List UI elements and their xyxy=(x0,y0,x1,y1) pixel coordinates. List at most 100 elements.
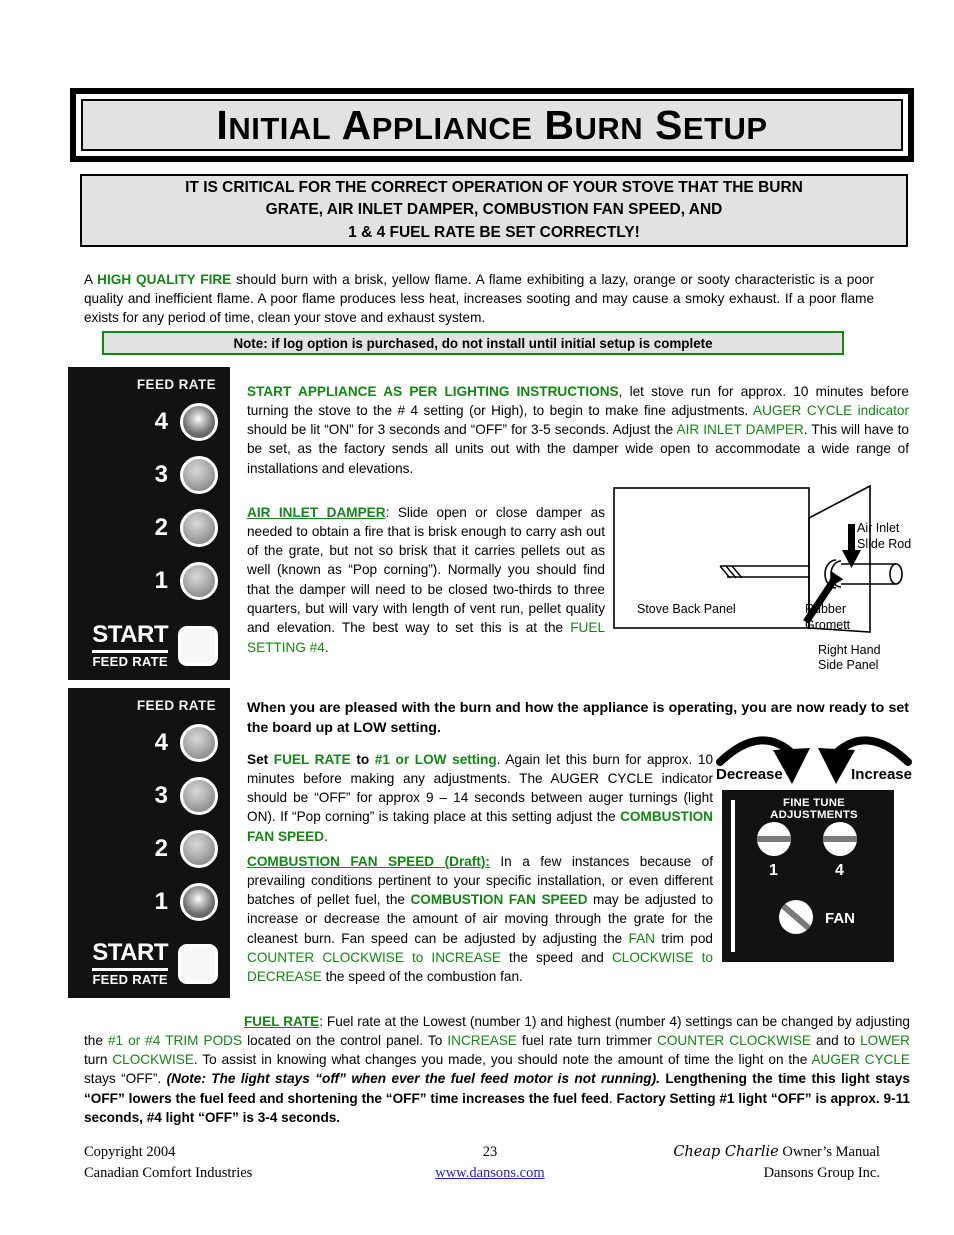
feed-rate-panel-heading: FEED RATE xyxy=(136,377,216,392)
feed-rate-led-row-2[interactable]: 2 xyxy=(148,509,218,547)
start-feed-rate-area[interactable]: START FEED RATE xyxy=(92,623,218,668)
air-inlet-diagram: Air Inlet Slide Rod Rubber Gromett Stove… xyxy=(612,482,912,672)
combustion-fan-text-4: the speed and xyxy=(500,950,612,966)
label-air-inlet: Air Inlet xyxy=(857,521,900,535)
manual-page: INITIAL APPLIANCE BURN SETUP IT IS CRITI… xyxy=(0,0,954,1235)
trim-pod-4[interactable] xyxy=(823,822,857,856)
counter-clockwise-increase-mention: COUNTER CLOCKWISE to INCREASE xyxy=(247,950,501,966)
intro-paragraph: A HIGH QUALITY FIRE should burn with a b… xyxy=(84,270,874,328)
start-appliance-text-2: should be lit “ON” for 3 seconds and “OF… xyxy=(247,422,677,438)
start-feed-rate-button-low[interactable] xyxy=(178,943,218,984)
critical-notice-line-2: GRATE, AIR INLET DAMPER, COMBUSTION FAN … xyxy=(265,201,723,219)
intro-text-1: A xyxy=(84,271,98,287)
note-box: Note: if log option is purchased, do not… xyxy=(102,331,844,355)
feed-rate-low-led-row-2[interactable]: 2 xyxy=(148,830,218,868)
combustion-fan-text-5: the speed of the combustion fan. xyxy=(321,969,523,985)
footer-copyright: Copyright 2004 xyxy=(84,1144,176,1160)
air-inlet-damper-mention: AIR INLET DAMPER xyxy=(676,422,804,438)
label-rubber: Rubber xyxy=(805,602,846,616)
feed-rate-low-led-number-2: 2 xyxy=(154,835,168,862)
feed-rate-low-led-number-3: 3 xyxy=(154,782,168,809)
fine-tune-panel-bar xyxy=(731,800,735,952)
fuel-rate-paragraph: FUEL RATE: Fuel rate at the Lowest (numb… xyxy=(84,1012,910,1128)
start-feed-rate-labels-low: START FEED RATE xyxy=(92,941,168,986)
feed-rate-low-led-1[interactable] xyxy=(180,883,218,921)
combustion-fan-speed-mention-2: COMBUSTION FAN SPEED xyxy=(410,892,588,908)
feed-rate-low-led-row-1[interactable]: 1 xyxy=(148,883,218,921)
start-appliance-heading: START APPLIANCE AS PER LIGHTING INSTRUCT… xyxy=(247,383,619,399)
title-word-2: APPLIANCE xyxy=(341,101,533,148)
trim-pod-4-slot-icon xyxy=(823,836,857,842)
feed-rate-led-number-3: 3 xyxy=(154,461,168,488)
feed-rate-led-row-1[interactable]: 1 xyxy=(148,562,218,600)
page-footer: Copyright 2004 23 Cheap Charlie Owner’s … xyxy=(84,1142,880,1184)
footer-row-1: Copyright 2004 23 Cheap Charlie Owner’s … xyxy=(84,1142,880,1163)
trim-pod-1[interactable] xyxy=(757,822,791,856)
trim-pods-mention: #1 or #4 TRIM PODS xyxy=(107,1032,243,1048)
feed-rate-led-row-4[interactable]: 4 xyxy=(148,403,218,441)
feed-rate-control-panel-low[interactable]: FEED RATE 4 3 2 1 START FEED RATE xyxy=(68,688,230,998)
start-sublabel: FEED RATE xyxy=(92,654,168,669)
title-word-3: BURN xyxy=(544,101,644,148)
feed-rate-low-led-4[interactable] xyxy=(180,724,218,762)
footer-manual-title: Cheap Charlie Owner’s Manual xyxy=(593,1142,880,1163)
feed-rate-led-number-4: 4 xyxy=(154,408,168,435)
rod-inner-cap-c xyxy=(731,565,743,579)
feed-rate-led-row-3[interactable]: 3 xyxy=(148,456,218,494)
critical-notice-box: IT IS CRITICAL FOR THE CORRECT OPERATION… xyxy=(80,174,908,247)
footer-website-link[interactable]: www.dansons.com xyxy=(435,1165,544,1181)
feed-rate-low-led-row-4[interactable]: 4 xyxy=(148,724,218,762)
title-word-4: SETUP xyxy=(655,101,768,148)
feed-rate-led-4[interactable] xyxy=(180,403,218,441)
feed-rate-led-1[interactable] xyxy=(180,562,218,600)
start-divider xyxy=(92,650,168,653)
footer-company: Canadian Comfort Industries xyxy=(84,1165,253,1182)
fuel-rate-text-7: stays “OFF”. xyxy=(84,1071,167,1087)
feed-rate-control-panel-high[interactable]: FEED RATE 4 3 2 1 START FEED RATE xyxy=(68,367,230,680)
feed-rate-led-3[interactable] xyxy=(180,456,218,494)
label-side-panel: Side Panel xyxy=(818,658,878,672)
air-inlet-diagram-svg: Air Inlet Slide Rod Rubber Gromett Stove… xyxy=(613,484,911,672)
fuel-rate-text-4: and to xyxy=(810,1032,861,1048)
set-fuel-rate-text-1: Set xyxy=(247,751,274,767)
label-slide-rod: Slide Rod xyxy=(857,537,911,551)
fan-trim-pod-mention: FAN xyxy=(628,930,655,946)
start-sublabel-low: FEED RATE xyxy=(92,972,168,987)
feed-rate-led-2[interactable] xyxy=(180,509,218,547)
fine-tune-adjustments-panel[interactable]: FINE TUNE ADJUSTMENTS 1 4 FAN xyxy=(722,790,894,962)
label-right-hand: Right Hand xyxy=(818,643,881,657)
label-grommet: Gromett xyxy=(805,618,851,632)
footer-brand: Cheap Charlie xyxy=(673,1144,779,1160)
fuel-rate-heading: FUEL RATE xyxy=(244,1013,320,1029)
air-inlet-damper-text-2: . xyxy=(324,639,329,655)
slide-rod-end-cap xyxy=(889,563,903,585)
page-title-banner: INITIAL APPLIANCE BURN SETUP xyxy=(70,88,914,162)
air-inlet-damper-heading: AIR INLET DAMPER xyxy=(247,504,386,520)
fuel-rate-text-5: turn xyxy=(84,1052,113,1068)
fuel-rate-mention: FUEL RATE xyxy=(273,751,351,767)
footer-row-2: Canadian Comfort Industries www.dansons.… xyxy=(84,1163,880,1184)
feed-rate-low-led-row-3[interactable]: 3 xyxy=(148,777,218,815)
fuel-rate-text-2: located on the control panel. To xyxy=(242,1032,448,1048)
start-feed-rate-area-low[interactable]: START FEED RATE xyxy=(92,941,218,986)
counter-clockwise-mention: COUNTER CLOCKWISE xyxy=(657,1032,811,1048)
combustion-fan-text-3: trim pod xyxy=(654,930,713,946)
trim-pod-fan-slot-icon xyxy=(779,900,813,934)
title-word-1: INITIAL xyxy=(216,101,332,148)
fuel-rate-text-8: . xyxy=(608,1090,617,1106)
increase-label: Increase xyxy=(851,766,912,783)
label-stove-back-panel: Stove Back Panel xyxy=(637,602,736,616)
fine-tune-panel-title: FINE TUNE ADJUSTMENTS xyxy=(770,797,858,821)
fuel-rate-text-6: . To assist in knowing what changes you … xyxy=(193,1052,812,1068)
combustion-fan-speed-heading: COMBUSTION FAN SPEED (Draft): xyxy=(247,853,490,869)
trim-pod-1-slot-icon xyxy=(757,836,791,842)
page-title: INITIAL APPLIANCE BURN SETUP xyxy=(216,101,768,148)
feed-rate-low-led-2[interactable] xyxy=(180,830,218,868)
note-box-text: Note: if log option is purchased, do not… xyxy=(233,335,713,351)
trim-pod-fan[interactable] xyxy=(779,900,813,934)
start-feed-rate-button[interactable] xyxy=(178,625,218,666)
footer-page-number: 23 xyxy=(482,1144,498,1160)
feed-rate-led-number-2: 2 xyxy=(154,514,168,541)
fuel-rate-note-italic: (Note: The light stays “off” when ever t… xyxy=(166,1071,660,1087)
feed-rate-low-led-3[interactable] xyxy=(180,777,218,815)
